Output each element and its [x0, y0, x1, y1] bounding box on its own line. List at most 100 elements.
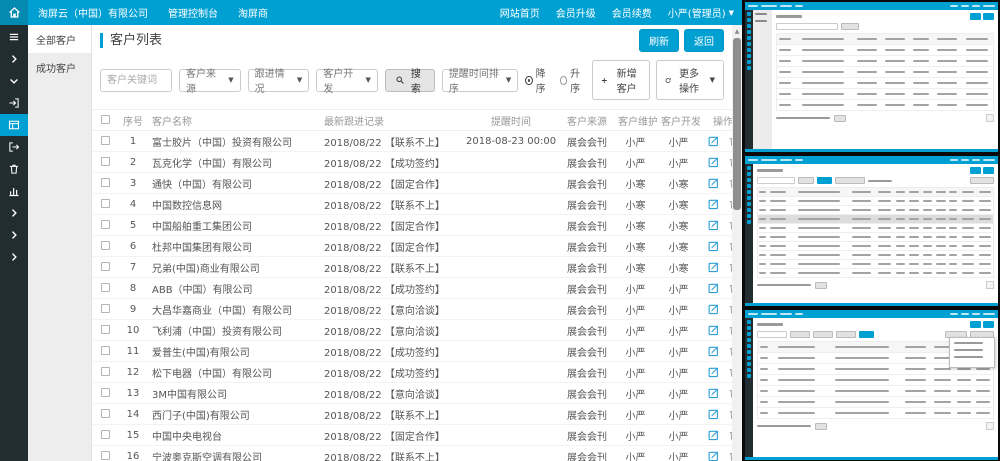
table-row[interactable]: 4 中国数控信息网 2018/08/22 【联系不上】 展会会刊 小寒 小寒	[92, 194, 732, 215]
more-actions-button[interactable]: 更多操作 ▼	[656, 60, 724, 100]
row-checkbox[interactable]	[101, 409, 110, 418]
table-row[interactable]: 1 富士胶片（中国）投资有限公司 2018/08/22 【联系不上】 2018-…	[92, 131, 732, 152]
row-checkbox[interactable]	[101, 262, 110, 271]
row-checkbox[interactable]	[101, 451, 110, 460]
nav-shop[interactable]: 淘屏商	[228, 0, 278, 25]
brand-name[interactable]: 淘屏云（中国）有限公司	[28, 0, 158, 25]
table-row[interactable]: 15 中国中央电视台 2018/08/22 【固定合作】 展会会刊 小严 小严	[92, 425, 732, 446]
sidebar-item-9[interactable]	[0, 224, 28, 246]
sidebar-item-8[interactable]	[0, 202, 28, 224]
submenu-item-0[interactable]: 全部客户	[28, 25, 91, 53]
edit-icon[interactable]	[708, 324, 720, 336]
edit-icon[interactable]	[708, 198, 720, 210]
edit-icon[interactable]	[708, 282, 720, 294]
row-checkbox[interactable]	[101, 304, 110, 313]
preview-screenshot-1[interactable]	[745, 2, 998, 152]
edit-icon[interactable]	[708, 156, 720, 168]
sort-asc-radio[interactable]: 升序	[560, 65, 585, 95]
row-checkbox[interactable]	[101, 157, 110, 166]
scroll-up-arrow-icon[interactable]: ▲	[732, 25, 742, 37]
nav-member-renew[interactable]: 会员续费	[604, 0, 660, 25]
nav-member-upgrade[interactable]: 会员升级	[548, 0, 604, 25]
table-row[interactable]: 16 宁波奥克斯空调有限公司 2018/08/22 【联系不上】 展会会刊 小严…	[92, 446, 732, 461]
table-row[interactable]: 12 松下电器（中国）有限公司 2018/08/22 【成功签约】 展会会刊 小…	[92, 362, 732, 383]
sidebar-item-4[interactable]	[0, 114, 28, 136]
followup-select[interactable]: 跟进情况▼	[248, 69, 310, 92]
preview-body	[745, 318, 998, 460]
user-menu[interactable]: 小严(管理员) ▼	[660, 0, 742, 25]
preview-screenshot-3[interactable]	[745, 310, 998, 460]
sidebar-item-5[interactable]	[0, 136, 28, 158]
develop-select[interactable]: 客户开发▼	[316, 69, 378, 92]
submenu-panel: 全部客户成功客户	[28, 25, 92, 461]
col-header-remind: 提醒时间	[462, 110, 560, 131]
sidebar-item-0[interactable]	[0, 26, 28, 48]
cell-keeper: 小严	[614, 362, 657, 383]
table-row[interactable]: 2 瓦克化学（中国）有限公司 2018/08/22 【成功签约】 展会会刊 小严…	[92, 152, 732, 173]
select-all-checkbox[interactable]	[101, 115, 110, 124]
row-checkbox[interactable]	[101, 283, 110, 292]
edit-icon[interactable]	[708, 408, 720, 420]
sidebar-item-6[interactable]	[0, 158, 28, 180]
home-button[interactable]	[0, 0, 28, 25]
row-checkbox[interactable]	[101, 325, 110, 334]
sidebar-item-7[interactable]	[0, 180, 28, 202]
add-customer-button[interactable]: 新增客户	[592, 60, 650, 100]
sidebar-item-10[interactable]	[0, 246, 28, 268]
sort-desc-radio[interactable]: 降序	[525, 65, 550, 95]
edit-icon[interactable]	[708, 387, 720, 399]
row-checkbox[interactable]	[101, 367, 110, 376]
row-checkbox[interactable]	[101, 388, 110, 397]
edit-icon[interactable]	[708, 219, 720, 231]
table-row[interactable]: 14 西门子(中国)有限公司 2018/08/22 【联系不上】 展会会刊 小严…	[92, 404, 732, 425]
row-checkbox[interactable]	[101, 430, 110, 439]
submenu-item-1[interactable]: 成功客户	[28, 53, 91, 81]
sidebar-item-2[interactable]	[0, 70, 28, 92]
table-row[interactable]: 6 杜邦中国集团有限公司 2018/08/22 【固定合作】 展会会刊 小寒 小…	[92, 236, 732, 257]
preview-screenshot-2[interactable]	[745, 156, 998, 306]
edit-icon[interactable]	[708, 303, 720, 315]
table-row[interactable]: 10 飞利浦（中国）投资有限公司 2018/08/22 【意向洽谈】 展会会刊 …	[92, 320, 732, 341]
edit-icon[interactable]	[708, 261, 720, 273]
row-checkbox[interactable]	[101, 220, 110, 229]
remind-sort-select[interactable]: 提醒时间排序▼	[442, 69, 518, 92]
row-checkbox[interactable]	[101, 178, 110, 187]
table-row[interactable]: 11 爱普生(中国)有限公司 2018/08/22 【成功签约】 展会会刊 小严…	[92, 341, 732, 362]
edit-icon[interactable]	[708, 366, 720, 378]
back-button[interactable]: 返回	[684, 29, 724, 52]
sign-out-icon	[8, 141, 20, 153]
edit-icon[interactable]	[708, 450, 720, 461]
refresh-icon	[665, 76, 671, 85]
table-row[interactable]: 3 通快（中国）有限公司 2018/08/22 【固定合作】 展会会刊 小寒 小…	[92, 173, 732, 194]
table-row[interactable]: 8 ABB（中国）有限公司 2018/08/22 【成功签约】 展会会刊 小严 …	[92, 278, 732, 299]
row-checkbox[interactable]	[101, 136, 110, 145]
refresh-button[interactable]: 刷新	[639, 29, 679, 52]
row-checkbox[interactable]	[101, 199, 110, 208]
chevron-right-icon	[8, 229, 20, 241]
cell-record: 2018/08/22 【联系不上】	[320, 194, 462, 215]
source-select[interactable]: 客户来源▼	[179, 69, 241, 92]
nav-console[interactable]: 管理控制台	[158, 0, 228, 25]
edit-icon[interactable]	[708, 240, 720, 252]
cell-ops	[700, 173, 732, 194]
scrollbar-thumb[interactable]	[733, 38, 741, 210]
sidebar-item-3[interactable]	[0, 92, 28, 114]
table-row[interactable]: 5 中国船舶重工集团公司 2018/08/22 【固定合作】 展会会刊 小寒 小…	[92, 215, 732, 236]
row-checkbox[interactable]	[101, 346, 110, 355]
col-header-no: 序号	[118, 110, 148, 131]
edit-icon[interactable]	[708, 135, 720, 147]
search-button[interactable]: 搜索	[385, 69, 435, 92]
nav-site-home[interactable]: 网站首页	[492, 0, 548, 25]
cell-no: 7	[118, 257, 148, 278]
keyword-input[interactable]	[100, 69, 172, 92]
edit-icon[interactable]	[708, 429, 720, 441]
table-row[interactable]: 9 大昌华嘉商业（中国）有限公司 2018/08/22 【意向洽谈】 展会会刊 …	[92, 299, 732, 320]
vertical-scrollbar[interactable]: ▲	[732, 25, 742, 461]
sidebar-item-1[interactable]	[0, 48, 28, 70]
table-row[interactable]: 13 3M中国有限公司 2018/08/22 【意向洽谈】 展会会刊 小严 小严	[92, 383, 732, 404]
row-checkbox[interactable]	[101, 241, 110, 250]
edit-icon[interactable]	[708, 345, 720, 357]
cell-record: 2018/08/22 【固定合作】	[320, 425, 462, 446]
table-row[interactable]: 7 兄弟(中国)商业有限公司 2018/08/22 【联系不上】 展会会刊 小寒…	[92, 257, 732, 278]
edit-icon[interactable]	[708, 177, 720, 189]
